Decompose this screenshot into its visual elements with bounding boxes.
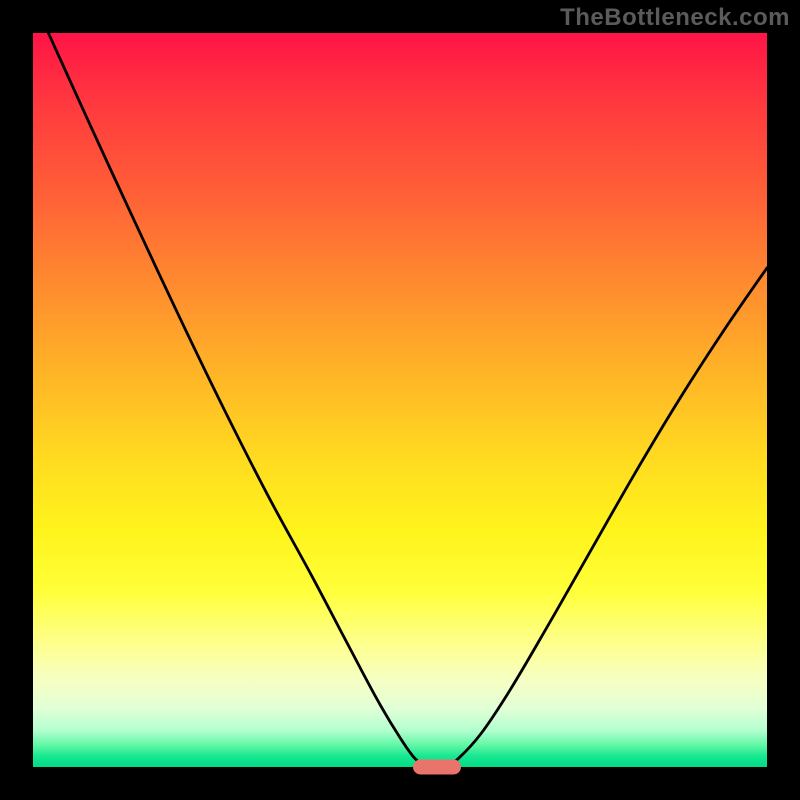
bottleneck-marker xyxy=(413,760,461,775)
curve-path xyxy=(48,33,767,767)
watermark-text: TheBottleneck.com xyxy=(560,4,790,32)
chart-frame: TheBottleneck.com xyxy=(0,0,800,800)
curve-svg xyxy=(33,33,767,767)
plot-area xyxy=(33,33,767,767)
